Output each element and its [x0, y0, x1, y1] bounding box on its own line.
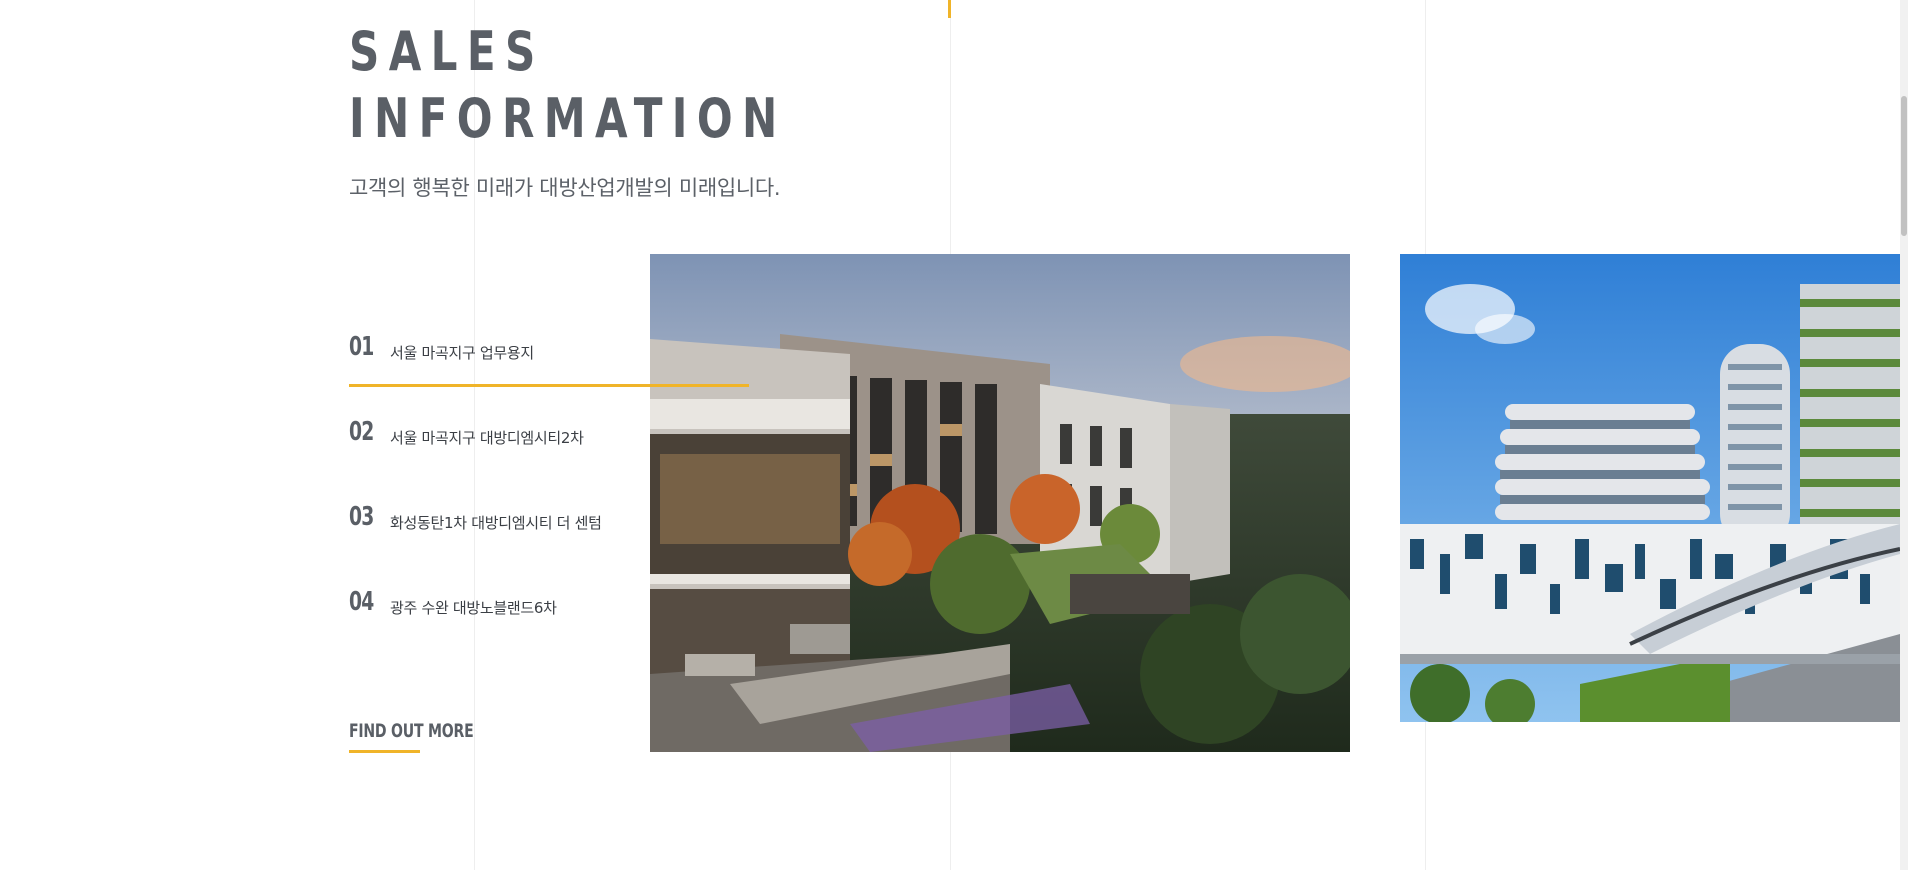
section-title-line2: INFORMATION: [349, 87, 787, 150]
active-item-indicator: [349, 384, 749, 387]
sales-item-label: 서울 마곡지구 대방디엠시티2차: [390, 429, 584, 447]
modern-towers-image: [1400, 254, 1900, 722]
sales-item-number: 01: [349, 332, 374, 362]
sales-item-number: 04: [349, 587, 374, 617]
section-subtitle: 고객의 행복한 미래가 대방산업개발의 미래입니다.: [349, 176, 781, 200]
sales-list: 01 서울 마곡지구 업무용지 02 서울 마곡지구 대방디엠시티2차 03 화…: [349, 332, 669, 672]
find-out-more-underline: [349, 750, 420, 753]
sales-item-label: 화성동탄1차 대방디엠시티 더 센텀: [390, 514, 602, 532]
section-title: SALES INFORMATION: [349, 18, 787, 152]
apartment-complex-image: [650, 254, 1350, 752]
sales-item-1[interactable]: 01 서울 마곡지구 업무용지: [349, 332, 669, 417]
sales-item-label: 서울 마곡지구 업무용지: [390, 344, 534, 362]
sales-item-3[interactable]: 03 화성동탄1차 대방디엠시티 더 센텀: [349, 502, 669, 587]
sales-item-4[interactable]: 04 광주 수완 대방노블랜드6차: [349, 587, 669, 672]
find-out-more-link[interactable]: FIND OUT MORE: [349, 720, 474, 742]
sales-item-label: 광주 수완 대방노블랜드6차: [390, 599, 557, 617]
page-scrollbar[interactable]: [1900, 0, 1908, 870]
sales-item-number: 03: [349, 502, 374, 532]
section-title-line1: SALES: [349, 20, 545, 83]
sales-item-number: 02: [349, 417, 374, 447]
scrollbar-thumb[interactable]: [1901, 96, 1907, 236]
accent-tick: [948, 0, 951, 18]
sales-item-2[interactable]: 02 서울 마곡지구 대방디엠시티2차: [349, 417, 669, 502]
sales-information-section: SALES INFORMATION 고객의 행복한 미래가 대방산업개발의 미래…: [0, 0, 1908, 870]
